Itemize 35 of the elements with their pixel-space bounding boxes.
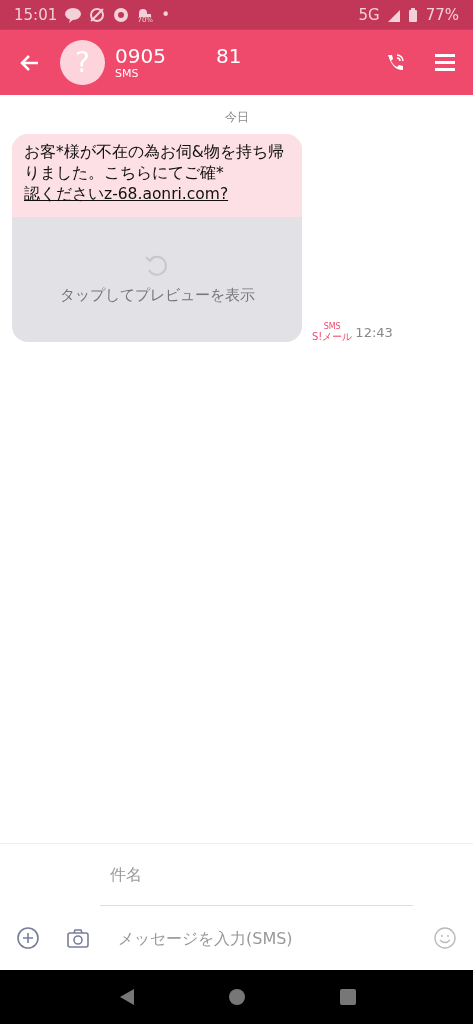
back-button[interactable] [20, 52, 40, 73]
subject-field[interactable]: 件名 [100, 844, 413, 906]
service-label: SMS [323, 322, 341, 332]
signal-icon [387, 8, 400, 22]
back-arrow-icon [20, 52, 40, 73]
service-label: SMS [115, 67, 140, 80]
link-preview[interactable]: タップしてプレビューを表示 [12, 217, 302, 342]
message-link[interactable]: 認くださいz-68.aonri.com? [24, 185, 229, 203]
home-icon [228, 989, 245, 1005]
notification-dot: • [161, 6, 171, 24]
phone-number: 81 [215, 45, 242, 67]
phone-number: 0905 [115, 45, 166, 67]
menu-icon [435, 53, 455, 72]
camera-icon [66, 927, 90, 949]
battery-icon [407, 8, 418, 22]
battery-level: 77% [425, 6, 459, 24]
message-text: お客*様が不在の為お伺&物を持ち帰りました。こちらにてご確* 認くださいz-68.aonri.com? [12, 134, 302, 217]
avatar: ? [60, 40, 105, 85]
service-label: S!メール [312, 332, 353, 342]
network-label: 5G [358, 6, 380, 24]
message-field[interactable]: メッセージを入力(SMS) [116, 917, 407, 959]
camera-button[interactable] [66, 927, 90, 949]
recents-button[interactable] [339, 989, 356, 1005]
browser-icon [113, 7, 130, 23]
add-button[interactable] [16, 926, 40, 950]
phone-icon [385, 52, 405, 73]
plus-icon [16, 926, 40, 950]
clock: 15:01 [14, 6, 58, 24]
message-time: 12:43 [355, 324, 393, 340]
recents-icon [339, 989, 356, 1005]
chat-bubble-icon [65, 7, 82, 23]
date-divider: 今日 [224, 109, 249, 126]
preview-label: タップしてプレビューを表示 [59, 286, 255, 305]
smiley-icon [433, 926, 457, 950]
home-button[interactable] [228, 989, 245, 1005]
